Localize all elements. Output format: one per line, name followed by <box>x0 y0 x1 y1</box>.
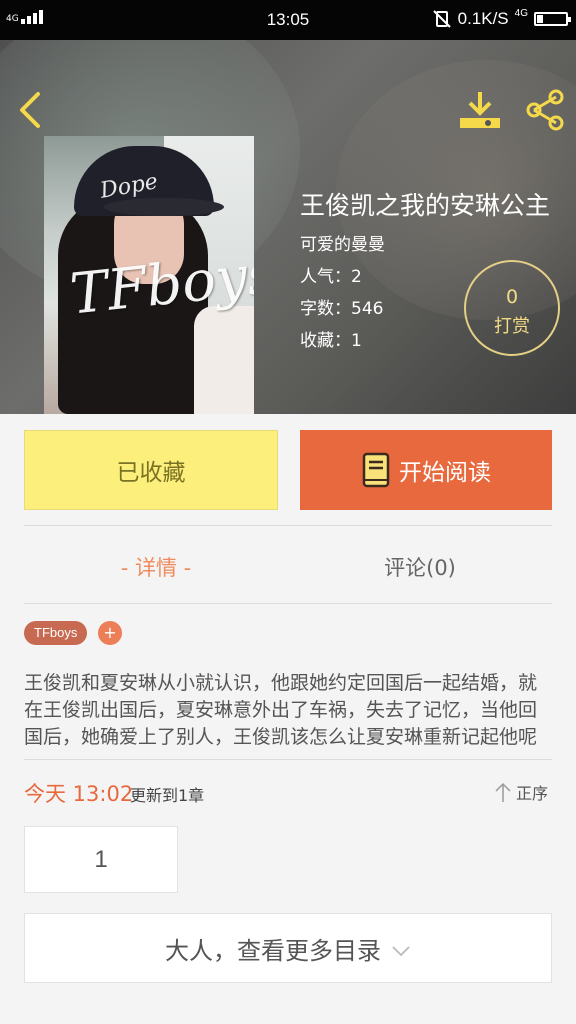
tip-label: 打赏 <box>494 316 530 337</box>
favorites-stat: 收藏：1 <box>300 331 362 351</box>
start-reading-label: 开始阅读 <box>399 460 491 486</box>
battery-icon <box>534 12 571 26</box>
divider <box>24 525 552 526</box>
status-icons: 0.1K/S 4G <box>432 7 571 29</box>
chevron-down-icon <box>392 946 410 957</box>
back-arrow-icon[interactable] <box>16 90 46 130</box>
tab-comments[interactable]: 评论(0) <box>288 552 552 582</box>
word-count-stat: 字数：546 <box>300 299 384 319</box>
tag-tfboys[interactable]: TFboys <box>24 621 88 645</box>
more-catalog-button[interactable]: 大人，查看更多目录 <box>24 913 552 983</box>
update-text: 更新到1章 <box>130 786 205 805</box>
book-cover-image[interactable]: Dope TFboys <box>44 136 254 414</box>
book-author[interactable]: 可爱的曼曼 <box>300 230 385 255</box>
update-time: 今天 13:02 <box>24 782 134 806</box>
network-speed: 0.1K/S <box>457 9 509 28</box>
chapter-item[interactable]: 1 <box>24 826 178 893</box>
sort-order-button[interactable]: 正序 <box>494 780 548 804</box>
add-tag-button[interactable]: + <box>98 621 122 645</box>
share-icon[interactable] <box>522 88 566 132</box>
sort-order-label: 正序 <box>516 784 549 803</box>
divider <box>24 759 552 760</box>
arrow-up-icon <box>495 782 511 802</box>
book-icon <box>362 452 390 488</box>
download-icon[interactable] <box>458 88 502 132</box>
status-bar: 4G 13:05 0.1K/S 4G <box>0 0 576 40</box>
network-type-right: 4G <box>514 7 528 19</box>
book-header: Dope TFboys 王俊凯之我的安琳公主 可爱的曼曼 人气：2 字数：546… <box>0 40 576 414</box>
tip-button[interactable]: 0 打赏 <box>464 260 560 356</box>
book-description[interactable]: 王俊凯和夏安琳从小就认识，他跟她约定回国后一起结婚，就在王俊凯出国后，夏安琳意外… <box>24 670 552 751</box>
book-title: 王俊凯之我的安琳公主 <box>300 191 551 220</box>
favorited-button[interactable]: 已收藏 <box>24 430 278 510</box>
mute-icon <box>432 10 451 28</box>
start-reading-button[interactable]: 开始阅读 <box>300 430 552 510</box>
popularity-stat: 人气：2 <box>300 267 362 287</box>
divider <box>24 603 552 604</box>
tip-count: 0 <box>505 286 519 308</box>
more-catalog-label: 大人，查看更多目录 <box>165 936 381 965</box>
tab-details[interactable]: - 详情 - <box>24 552 288 582</box>
